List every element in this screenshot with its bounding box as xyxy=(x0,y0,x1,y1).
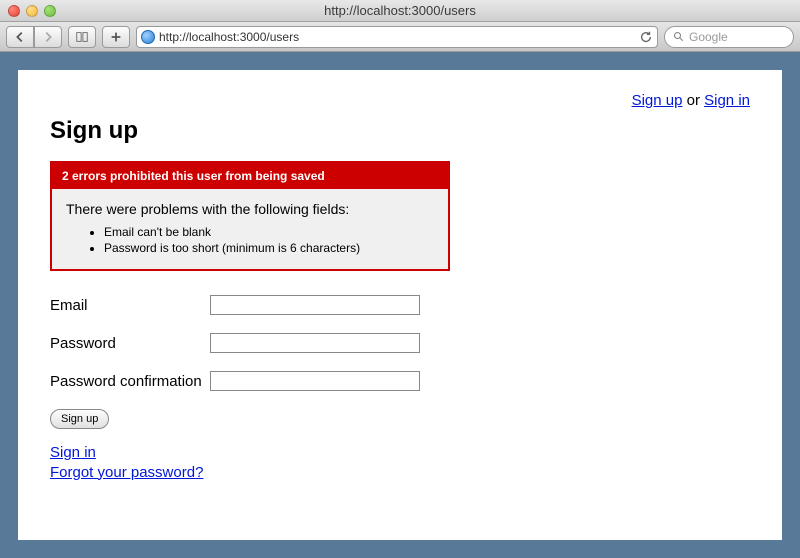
sign-in-bottom-link[interactable]: Sign in xyxy=(50,443,96,463)
minimize-window-button[interactable] xyxy=(26,5,38,17)
add-bookmark-button[interactable] xyxy=(102,26,130,48)
forgot-password-link[interactable]: Forgot your password? xyxy=(50,463,203,483)
error-body: There were problems with the following f… xyxy=(52,189,448,269)
top-nav-links: Sign up or Sign in xyxy=(50,92,750,109)
plus-icon xyxy=(109,30,123,44)
site-favicon xyxy=(141,30,155,44)
bottom-links: Sign in Forgot your password? xyxy=(50,443,750,482)
forward-button[interactable] xyxy=(34,26,62,48)
form-row-password: Password xyxy=(50,333,750,353)
chevron-right-icon xyxy=(41,30,55,44)
password-label: Password xyxy=(50,333,210,352)
nav-separator: or xyxy=(682,92,704,109)
password-confirmation-label: Password confirmation xyxy=(50,371,210,390)
password-confirmation-field[interactable] xyxy=(210,371,420,391)
url-bar[interactable]: http://localhost:3000/users xyxy=(136,26,658,48)
error-item: Password is too short (minimum is 6 char… xyxy=(104,241,434,255)
form-row-password-confirmation: Password confirmation xyxy=(50,371,750,391)
email-label: Email xyxy=(50,295,210,314)
book-icon xyxy=(75,30,89,44)
error-intro: There were problems with the following f… xyxy=(66,201,434,217)
browser-toolbar: http://localhost:3000/users Google xyxy=(0,22,800,52)
page-title: Sign up xyxy=(50,117,750,145)
error-list: Email can't be blank Password is too sho… xyxy=(66,225,434,255)
sign-in-link[interactable]: Sign in xyxy=(704,92,750,109)
close-window-button[interactable] xyxy=(8,5,20,17)
sign-up-link[interactable]: Sign up xyxy=(632,92,683,109)
nav-button-group xyxy=(6,26,62,48)
page-content: Sign up or Sign in Sign up 2 errors proh… xyxy=(18,70,782,540)
bookmarks-button[interactable] xyxy=(68,26,96,48)
window-titlebar: http://localhost:3000/users xyxy=(0,0,800,22)
password-field[interactable] xyxy=(210,333,420,353)
form-row-email: Email xyxy=(50,295,750,315)
traffic-lights xyxy=(0,5,56,17)
window-title: http://localhost:3000/users xyxy=(0,3,800,18)
url-text: http://localhost:3000/users xyxy=(159,30,635,44)
sign-up-button[interactable]: Sign up xyxy=(50,409,109,429)
reload-icon[interactable] xyxy=(639,30,653,44)
chevron-left-icon xyxy=(13,30,27,44)
search-placeholder: Google xyxy=(689,30,728,44)
search-box[interactable]: Google xyxy=(664,26,794,48)
email-field[interactable] xyxy=(210,295,420,315)
error-header: 2 errors prohibited this user from being… xyxy=(52,163,448,189)
browser-viewport: Sign up or Sign in Sign up 2 errors proh… xyxy=(0,52,800,558)
back-button[interactable] xyxy=(6,26,34,48)
search-icon xyxy=(673,31,685,43)
zoom-window-button[interactable] xyxy=(44,5,56,17)
error-explanation: 2 errors prohibited this user from being… xyxy=(50,161,450,271)
error-item: Email can't be blank xyxy=(104,225,434,239)
